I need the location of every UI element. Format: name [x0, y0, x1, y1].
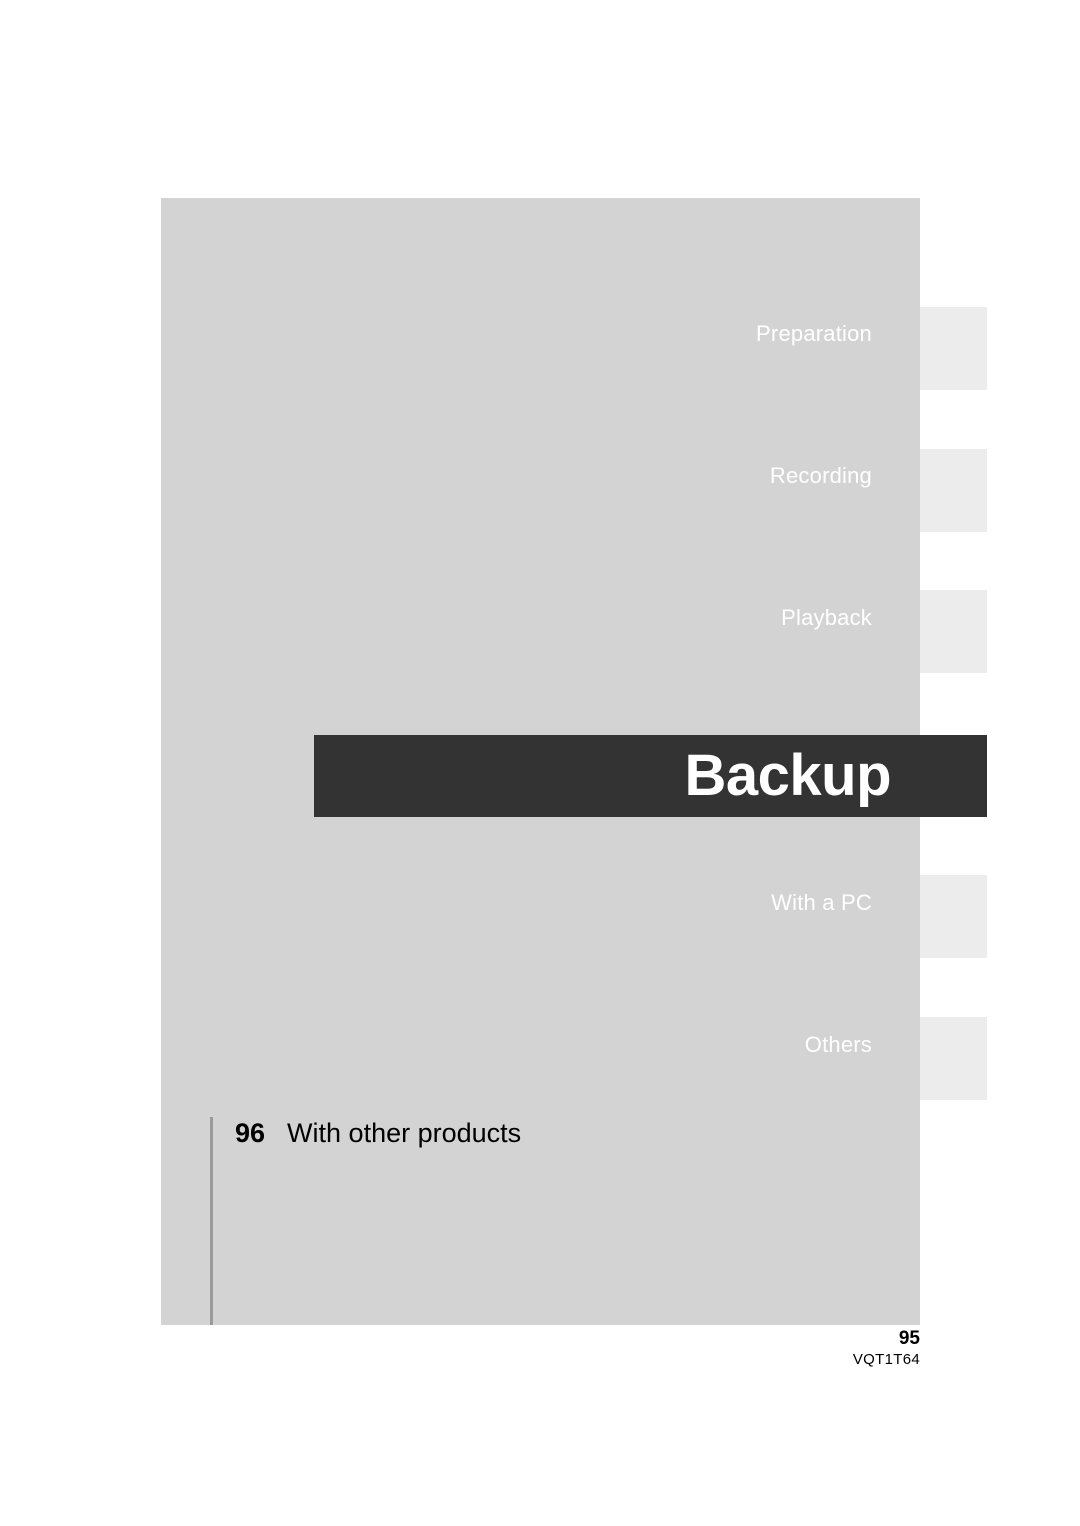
page-footer: 95 VQT1T64	[620, 1328, 920, 1369]
tab-label-playback[interactable]: Playback	[372, 605, 872, 631]
footer-page-number: 95	[898, 1328, 920, 1349]
contents-vertical-rule	[210, 1117, 213, 1325]
tab-block-preparation[interactable]	[920, 307, 987, 390]
tab-label-with-a-pc[interactable]: With a PC	[372, 890, 872, 916]
contents-entry-title: With other products	[287, 1118, 522, 1148]
tab-block-with-a-pc[interactable]	[920, 875, 987, 958]
section-banner[interactable]: Backup	[314, 735, 987, 817]
contents-entry-page-number: 96	[235, 1118, 266, 1148]
tab-block-others[interactable]	[920, 1017, 987, 1100]
section-title: Backup	[684, 743, 891, 808]
tab-block-recording[interactable]	[920, 449, 987, 532]
tab-label-others[interactable]: Others	[372, 1032, 872, 1058]
tab-label-preparation[interactable]: Preparation	[372, 321, 872, 347]
page-sheet: Preparation Recording Playback With a PC…	[0, 0, 1080, 1526]
contents-entry[interactable]: 96 With other products	[235, 1117, 521, 1149]
tab-label-recording[interactable]: Recording	[372, 463, 872, 489]
tab-block-playback[interactable]	[920, 590, 987, 673]
footer-document-code: VQT1T64	[852, 1351, 920, 1368]
